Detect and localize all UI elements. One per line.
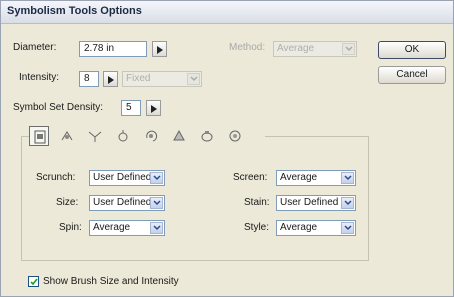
arrow-right-icon: [108, 76, 114, 84]
method-value: Average: [277, 43, 315, 54]
density-arrow-button[interactable]: [146, 100, 161, 116]
stain-label: Stain:: [244, 197, 270, 208]
spin-value: Average: [93, 222, 131, 233]
spin-select[interactable]: Average: [89, 220, 165, 236]
symbol-styler-icon[interactable]: [225, 126, 245, 146]
symbol-stainer-icon[interactable]: [169, 126, 189, 146]
symbol-set-density-label: Symbol Set Density:: [13, 102, 104, 113]
show-brush-checkbox[interactable]: [28, 276, 39, 287]
tool-selector-row: [29, 126, 265, 148]
scrunch-value: User Defined: [93, 172, 152, 183]
intensity-input[interactable]: 8: [79, 71, 99, 87]
method-select[interactable]: Average: [273, 41, 357, 57]
intensity-label: Intensity:: [19, 72, 60, 83]
size-select[interactable]: User Defined: [89, 195, 165, 211]
cancel-button[interactable]: Cancel: [378, 66, 446, 84]
screen-select[interactable]: Average: [276, 170, 356, 186]
dropdown-arrow-icon: [187, 73, 200, 85]
symbol-sprayer-icon[interactable]: [29, 126, 49, 146]
diameter-input[interactable]: 2.78 in: [79, 41, 147, 57]
symbol-set-density-input[interactable]: 5: [121, 100, 141, 116]
arrow-right-icon: [157, 46, 163, 54]
ok-button[interactable]: OK: [378, 41, 446, 59]
diameter-arrow-button[interactable]: [152, 41, 167, 57]
symbol-scruncher-icon[interactable]: [85, 126, 105, 146]
style-label: Style:: [244, 222, 270, 233]
symbol-screener-icon[interactable]: [197, 126, 217, 146]
size-value: User Defined: [93, 197, 152, 208]
intensity-mode-select[interactable]: Fixed: [122, 71, 202, 87]
stain-select[interactable]: User Defined: [276, 195, 356, 211]
checkmark-icon: [30, 278, 38, 286]
dropdown-arrow-icon: [150, 197, 163, 209]
screen-value: Average: [280, 172, 318, 183]
intensity-mode-value: Fixed: [126, 73, 151, 84]
scrunch-select[interactable]: User Defined: [89, 170, 165, 186]
dropdown-arrow-icon: [342, 43, 355, 55]
style-value: Average: [280, 222, 318, 233]
method-label: Method:: [229, 42, 266, 53]
title-bar: Symbolism Tools Options: [1, 1, 453, 24]
style-select[interactable]: Average: [276, 220, 356, 236]
dropdown-arrow-icon: [341, 197, 354, 209]
stain-value: User Defined: [280, 197, 339, 208]
symbol-spinner-icon[interactable]: [141, 126, 161, 146]
window-title: Symbolism Tools Options: [7, 5, 142, 17]
intensity-arrow-button[interactable]: [103, 71, 118, 87]
arrow-right-icon: [151, 105, 157, 113]
diameter-label: Diameter:: [13, 42, 57, 53]
show-brush-label[interactable]: Show Brush Size and Intensity: [43, 276, 179, 287]
dropdown-arrow-icon: [150, 222, 163, 234]
symbol-shifter-icon[interactable]: [57, 126, 77, 146]
dropdown-arrow-icon: [150, 172, 163, 184]
size-label: Size:: [56, 197, 79, 208]
spin-label: Spin:: [59, 222, 82, 233]
symbol-sizer-icon[interactable]: [113, 126, 133, 146]
screen-label: Screen:: [233, 172, 268, 183]
dropdown-arrow-icon: [341, 172, 354, 184]
symbolism-options-dialog: Symbolism Tools Options Diameter: 2.78 i…: [0, 0, 454, 297]
dropdown-arrow-icon: [341, 222, 354, 234]
scrunch-label: Scrunch:: [36, 172, 76, 183]
